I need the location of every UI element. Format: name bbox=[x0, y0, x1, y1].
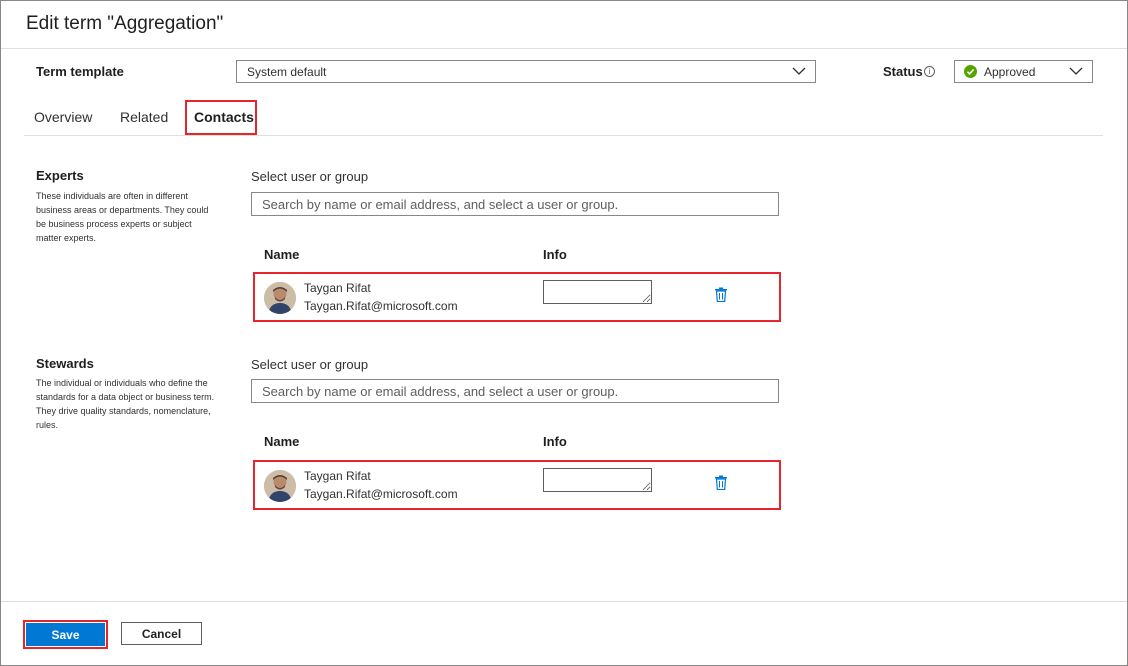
stewards-select-label: Select user or group bbox=[251, 357, 369, 372]
status-value: Approved bbox=[984, 65, 1036, 79]
header-divider bbox=[1, 48, 1127, 49]
dialog-frame bbox=[0, 0, 1128, 666]
contact-email: Taygan.Rifat@microsoft.com bbox=[304, 299, 458, 313]
stewards-search-input[interactable] bbox=[251, 379, 779, 403]
trash-icon[interactable] bbox=[714, 475, 728, 490]
contact-email: Taygan.Rifat@microsoft.com bbox=[304, 487, 458, 501]
term-template-label: Term template bbox=[36, 64, 124, 79]
chevron-down-icon bbox=[1069, 67, 1083, 75]
tab-overview[interactable]: Overview bbox=[34, 109, 92, 125]
stewards-description: The individual or individuals who define… bbox=[36, 378, 215, 430]
contact-info-textarea[interactable] bbox=[543, 468, 652, 492]
footer-divider bbox=[1, 601, 1127, 602]
check-circle-icon bbox=[964, 65, 977, 78]
experts-contact-row: Taygan Rifat Taygan.Rifat@microsoft.com bbox=[253, 272, 781, 322]
term-template-value: System default bbox=[247, 65, 327, 79]
contact-name: Taygan Rifat bbox=[304, 281, 371, 295]
stewards-name-column-header: Name bbox=[264, 434, 300, 449]
experts-info-column-header: Info bbox=[543, 247, 567, 262]
stewards-title: Stewards bbox=[36, 356, 94, 371]
cancel-button[interactable]: Cancel bbox=[121, 622, 202, 645]
experts-select-label: Select user or group bbox=[251, 169, 369, 184]
info-icon[interactable]: i bbox=[924, 66, 935, 77]
experts-description: These individuals are often in different… bbox=[36, 191, 209, 243]
trash-icon[interactable] bbox=[714, 287, 728, 302]
experts-title: Experts bbox=[36, 168, 84, 183]
stewards-info-column-header: Info bbox=[543, 434, 567, 449]
chevron-down-icon bbox=[792, 67, 806, 75]
tab-related[interactable]: Related bbox=[120, 109, 168, 125]
dialog-title: Edit term "Aggregation" bbox=[26, 13, 224, 34]
contacts-tab-highlight bbox=[185, 100, 257, 135]
stewards-contact-row: Taygan Rifat Taygan.Rifat@microsoft.com bbox=[253, 460, 781, 510]
avatar bbox=[264, 282, 296, 314]
status-dropdown[interactable]: Approved bbox=[954, 60, 1093, 83]
term-template-dropdown[interactable]: System default bbox=[236, 60, 816, 83]
save-button[interactable]: Save bbox=[26, 623, 105, 646]
status-label: Status bbox=[883, 64, 923, 79]
experts-search-input[interactable] bbox=[251, 192, 779, 216]
experts-name-column-header: Name bbox=[264, 247, 300, 262]
avatar bbox=[264, 470, 296, 502]
contact-info-textarea[interactable] bbox=[543, 280, 652, 304]
tabs-divider bbox=[24, 135, 1103, 136]
contact-name: Taygan Rifat bbox=[304, 469, 371, 483]
